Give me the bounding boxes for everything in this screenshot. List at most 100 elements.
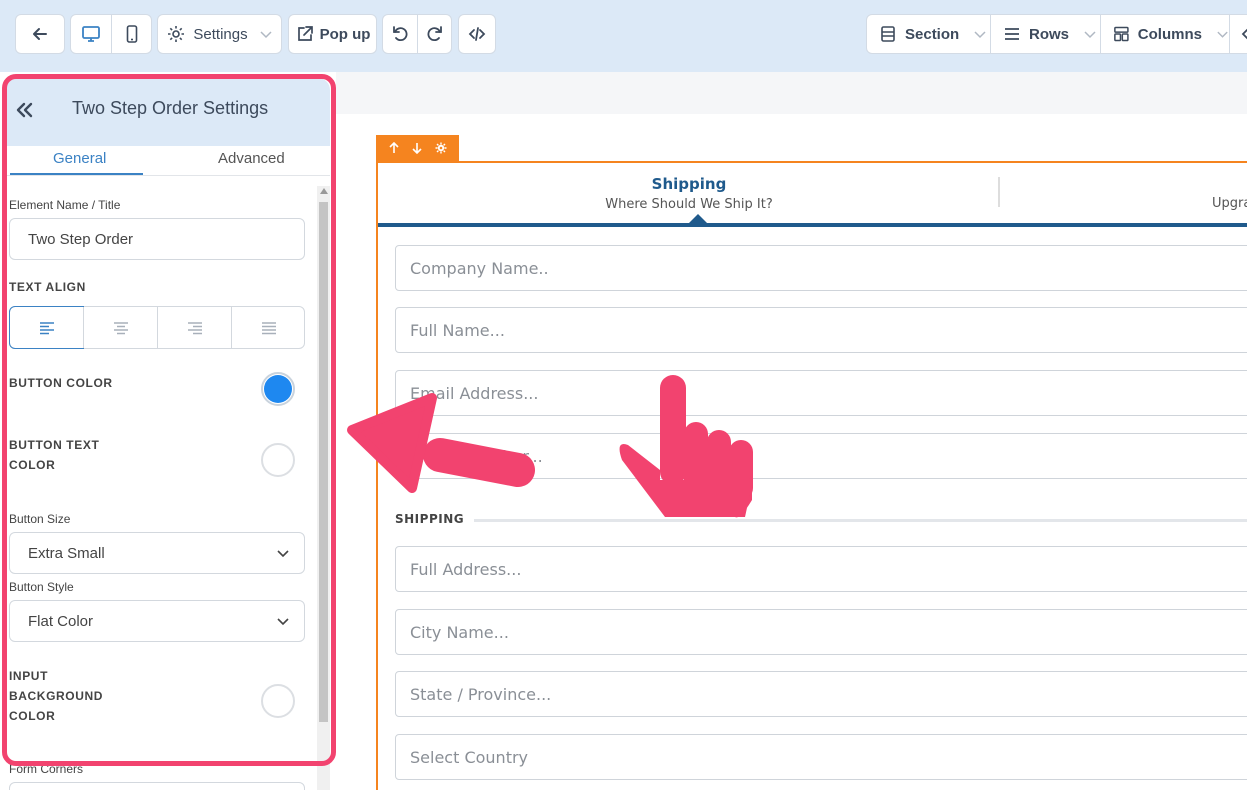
columns-label: Columns [1137, 25, 1202, 43]
section-button[interactable]: Section [867, 15, 990, 53]
align-center-icon [114, 321, 128, 334]
form-corners-input[interactable] [9, 782, 305, 790]
input-bg-color-label: INPUT BACKGROUND COLOR [9, 666, 103, 726]
scroll-up-arrow[interactable] [320, 188, 328, 194]
collapse-panel-icon[interactable] [14, 100, 34, 120]
company-name-input[interactable]: Company Name.. [395, 245, 1247, 291]
button-size-label: Button Size [9, 512, 71, 526]
align-justify-icon [262, 321, 276, 334]
redo-button[interactable] [418, 15, 452, 53]
chevron-down-icon [974, 31, 986, 39]
more-button[interactable] [1230, 15, 1247, 53]
full-address-input[interactable]: Full Address... [395, 546, 1247, 592]
state-input[interactable]: State / Province... [395, 671, 1247, 717]
columns-button[interactable]: Columns [1101, 15, 1229, 53]
top-toolbar: Settings Pop up Section Rows Columns [0, 0, 1247, 72]
input-bg-color-label-line1: INPUT [9, 669, 48, 683]
move-up-icon[interactable] [388, 142, 400, 154]
gear-icon [168, 26, 185, 42]
columns-icon [1114, 26, 1129, 42]
undo-icon [393, 26, 408, 42]
section-controls [376, 135, 459, 161]
code-button[interactable] [458, 14, 496, 54]
chevron-down-icon [1084, 31, 1096, 39]
shipping-section-label: SHIPPING [395, 512, 465, 526]
step-upgrade[interactable]: Upgra [1212, 196, 1247, 211]
button-size-value: Extra Small [28, 544, 105, 562]
full-name-input[interactable]: Full Name... [395, 307, 1247, 353]
order-steps: Shipping Where Should We Ship It? Upgra [378, 163, 1247, 225]
canvas-gutter [336, 114, 376, 790]
button-style-select[interactable]: Flat Color [9, 600, 305, 642]
phone-input[interactable]: Phone Number... [395, 433, 1247, 479]
align-left-button[interactable] [9, 306, 84, 349]
history-group [382, 14, 452, 54]
mobile-view-button[interactable] [112, 15, 152, 53]
button-style-value: Flat Color [28, 612, 94, 630]
align-right-button[interactable] [158, 307, 232, 348]
step-progress-bar [378, 223, 1247, 227]
settings-label: Settings [193, 25, 248, 43]
rows-icon [1005, 28, 1019, 40]
arrow-left-icon [33, 28, 47, 40]
popup-label: Pop up [319, 25, 371, 43]
align-center-button[interactable] [84, 307, 158, 348]
button-style-label: Button Style [9, 580, 74, 594]
align-justify-button[interactable] [232, 307, 306, 348]
back-button[interactable] [15, 14, 65, 54]
canvas-top-strip [336, 72, 1247, 114]
panel-header: Two Step Order Settings [6, 78, 330, 146]
chevron-down-icon [260, 31, 272, 39]
redo-icon [427, 26, 442, 42]
form-corners-label: Form Corners [9, 762, 84, 776]
device-toggle [70, 14, 152, 54]
tab-general[interactable]: General [53, 150, 106, 167]
element-name-label: Element Name / Title [9, 198, 121, 212]
chevron-down-icon [1217, 31, 1228, 38]
country-select[interactable]: Select Country [395, 734, 1247, 780]
email-input[interactable]: Email Address... [395, 370, 1247, 416]
chevron-down-icon [277, 618, 289, 626]
gear-icon[interactable] [435, 142, 447, 154]
structure-toolbar: Section Rows Columns [866, 14, 1247, 54]
panel-tabs: General Advanced [6, 146, 330, 176]
chevron-down-icon [277, 550, 289, 558]
step-shipping[interactable]: Shipping Where Should We Ship It? [378, 163, 1000, 212]
align-left-icon [39, 321, 54, 334]
panel-title: Two Step Order Settings [72, 98, 269, 118]
step-divider [998, 177, 1000, 207]
tab-advanced[interactable]: Advanced [218, 150, 285, 167]
button-color-label: BUTTON COLOR [9, 376, 113, 390]
section-icon [881, 26, 895, 42]
active-tab-indicator [10, 173, 143, 175]
button-text-color-label: BUTTON TEXT COLOR [9, 435, 99, 475]
button-color-swatch[interactable] [261, 372, 295, 406]
section-label: Section [905, 25, 960, 43]
input-bg-color-label-line3: COLOR [9, 709, 56, 723]
desktop-icon [82, 26, 100, 42]
city-input[interactable]: City Name... [395, 609, 1247, 655]
settings-button[interactable]: Settings [157, 14, 282, 54]
popup-button[interactable]: Pop up [288, 14, 377, 54]
step-title: Shipping [651, 175, 727, 193]
rows-button[interactable]: Rows [991, 15, 1100, 53]
button-size-select[interactable]: Extra Small [9, 532, 305, 574]
shipping-divider [474, 519, 1247, 522]
step-subtitle: Where Should We Ship It? [605, 197, 773, 212]
button-text-color-label-line1: BUTTON TEXT [9, 438, 100, 452]
input-bg-color-swatch[interactable] [261, 684, 295, 718]
rows-label: Rows [1029, 25, 1070, 43]
undo-button[interactable] [383, 15, 417, 53]
button-text-color-swatch[interactable] [261, 443, 295, 477]
button-text-color-label-line2: COLOR [9, 458, 56, 472]
mobile-icon [126, 25, 138, 43]
desktop-view-button[interactable] [71, 15, 111, 53]
move-down-icon[interactable] [411, 142, 423, 154]
step-caret [689, 214, 707, 223]
element-name-input[interactable]: Two Step Order [9, 218, 305, 260]
scrollbar-thumb[interactable] [319, 202, 328, 722]
text-align-group [9, 306, 305, 349]
input-bg-color-label-line2: BACKGROUND [9, 689, 103, 703]
text-align-label: TEXT ALIGN [9, 280, 86, 294]
external-link-icon [297, 26, 313, 41]
